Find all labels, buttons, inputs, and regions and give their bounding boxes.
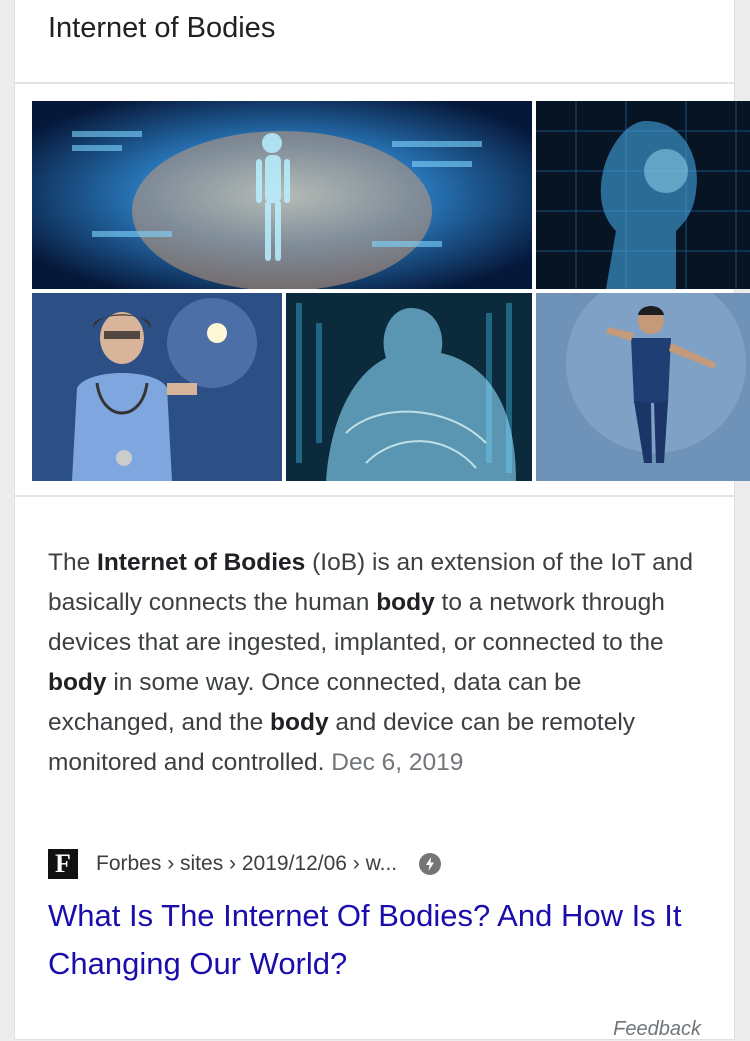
image-wireframe-body[interactable] [286,293,532,481]
panel-title: Internet of Bodies [48,12,276,44]
description-bold: body [376,589,435,616]
image-digital-head[interactable] [536,101,750,289]
image-hand-hologram[interactable] [32,101,532,289]
forbes-favicon-icon: F [48,849,78,879]
images-divider [15,495,734,497]
source-breadcrumb[interactable]: Forbes › sites › 2019/12/06 › w... [96,852,397,876]
description-text: The [48,549,98,576]
description-bold: body [48,669,107,696]
feedback-link[interactable]: Feedback [613,1018,701,1041]
title-divider [15,82,734,84]
knowledge-panel: Internet of Bodies The Internet of Bodie… [15,0,750,1041]
source-line[interactable]: F Forbes › sites › 2019/12/06 › w... [48,848,442,880]
description-snippet: The Internet of Bodies (IoB) is an exten… [48,543,708,783]
lightning-icon [419,853,442,875]
image-man-gesturing[interactable] [536,293,750,481]
description-bold: body [270,709,329,736]
snippet-date: Dec 6, 2019 [331,749,464,776]
image-doctor-touchscreen[interactable] [32,293,282,481]
result-headline-link[interactable]: What Is The Internet Of Bodies? And How … [48,892,708,988]
description-bold: Internet of Bodies [97,549,306,576]
